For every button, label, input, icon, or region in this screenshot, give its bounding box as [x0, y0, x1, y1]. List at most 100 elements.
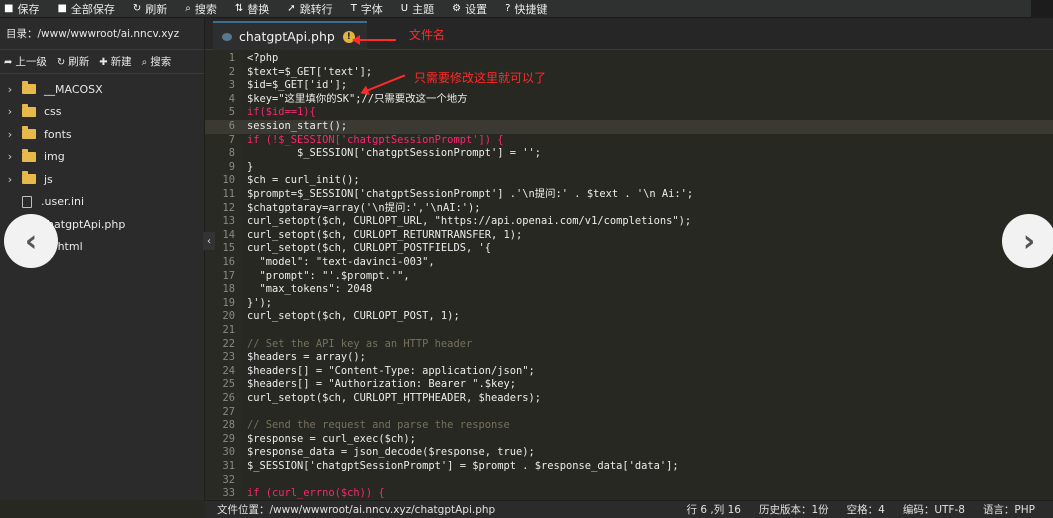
tab-chatgptapi[interactable]: chatgptApi.php !	[213, 21, 367, 50]
line-number: 4	[228, 92, 235, 105]
chevron-right-icon[interactable]: ›	[2, 105, 18, 118]
refresh-button[interactable]: ↻ 刷新	[133, 1, 167, 17]
file-path-status: 文件位置：/www/wwwroot/ai.nncv.xyz/chatgptApi…	[217, 504, 496, 516]
line-number: 33	[222, 487, 235, 500]
chevron-right-icon[interactable]: ›	[2, 173, 18, 186]
save-all-button[interactable]: ■ 全部保存	[57, 1, 114, 17]
code-line[interactable]: 12 $chatgptaray=array('\n提问:','\nAI:');	[205, 202, 1053, 216]
folder-icon	[22, 148, 36, 162]
code-line[interactable]: 27	[205, 406, 1053, 420]
line-number: 26	[222, 392, 235, 404]
sidebar-collapse-button[interactable]: ‹	[203, 232, 215, 250]
tree-folder-macosx[interactable]: › __MACOSX	[0, 78, 204, 101]
line-text: if (curl_errno($ch)) {	[247, 487, 385, 500]
line-number: 25	[222, 378, 235, 391]
code-line[interactable]: 24 $headers[] = "Content-Type: applicatio…	[205, 365, 1053, 379]
line-number: 29	[222, 432, 235, 445]
font-label: 字体	[360, 2, 383, 16]
code-line[interactable]: 5 if($id==1){	[205, 106, 1053, 120]
search-button[interactable]: ⌕ 搜索	[185, 1, 217, 17]
tree-item-label: .user.ini	[41, 195, 85, 209]
code-line[interactable]: 30 $response_data = json_decode($response…	[205, 446, 1053, 460]
code-line[interactable]: 17 "prompt": "'.$prompt.'",	[205, 270, 1053, 284]
code-line[interactable]: 20 curl_setopt($ch, CURLOPT_POST, 1);	[205, 310, 1053, 324]
prev-image-button[interactable]: ‹	[4, 214, 58, 268]
code-line[interactable]: 11 $prompt=$_SESSION['chatgptSessionPromp…	[205, 188, 1053, 202]
code-line[interactable]: 2 $text=$_GET['text'];	[205, 66, 1053, 80]
code-line[interactable]: 25 $headers[] = "Authorization: Bearer ".…	[205, 378, 1053, 392]
file-name-annotation: 文件名	[409, 28, 446, 42]
replace-button[interactable]: ⇅ 替换	[235, 1, 269, 17]
folder-icon	[22, 171, 36, 185]
code-line[interactable]: 23 $headers = array();	[205, 351, 1053, 365]
line-number: 24	[222, 364, 235, 377]
line-number: 12	[222, 201, 235, 214]
language-status[interactable]: 语言：PHP	[983, 502, 1035, 517]
code-line[interactable]: 26 curl_setopt($ch, CURLOPT_HTTPHEADER, $…	[205, 392, 1053, 406]
code-line[interactable]: 3 $id=$_GET['id'];	[205, 79, 1053, 93]
sidebar-search-button[interactable]: ⌕ 搜索	[142, 54, 172, 69]
encoding-status[interactable]: 编码：UTF-8	[903, 502, 965, 517]
save-icon: ■	[4, 3, 14, 14]
chevron-right-icon[interactable]: ›	[2, 150, 18, 163]
line-number: 5	[228, 106, 235, 119]
code-line[interactable]: 28 // Send the request and parse the resp…	[205, 419, 1053, 433]
code-line[interactable]: 15 curl_setopt($ch, CURLOPT_POSTFIELDS, '…	[205, 242, 1053, 256]
sidebar-refresh-button[interactable]: ↻ 刷新	[57, 54, 89, 69]
save-button[interactable]: ■ 保存	[4, 1, 39, 17]
tree-folder-js[interactable]: › js	[0, 168, 204, 191]
folder-icon	[22, 103, 36, 117]
new-button[interactable]: ✚ 新建	[99, 54, 131, 69]
goto-line-icon: ➚	[287, 3, 296, 14]
chevron-right-icon[interactable]: ›	[2, 128, 18, 141]
line-number: 9	[228, 160, 235, 173]
tree-file-user-ini[interactable]: .user.ini	[0, 191, 204, 214]
code-line[interactable]: 7 if (!$_SESSION['chatgptSessionPrompt'])…	[205, 134, 1053, 148]
settings-button[interactable]: ⚙ 设置	[452, 1, 487, 17]
code-editor[interactable]: 1 <?php 2 $text=$_GET['text']; 3 $id=$_GET['i…	[205, 50, 1053, 500]
code-line[interactable]: 18 "max_tokens": 2048	[205, 283, 1053, 297]
cursor-position-status[interactable]: 行 6 ,列 16	[687, 502, 741, 517]
up-level-button[interactable]: ➦ 上一级	[4, 54, 47, 69]
code-line[interactable]: 21	[205, 324, 1053, 338]
line-number: 31	[222, 460, 235, 472]
next-image-button[interactable]: ›	[1002, 214, 1053, 268]
code-line[interactable]: 16 "model": "text-davinci-003",	[205, 256, 1053, 270]
code-line[interactable]: 32	[205, 474, 1053, 488]
sidebar-refresh-label: 刷新	[68, 56, 90, 68]
goto-line-button[interactable]: ➚ 跳转行	[287, 1, 332, 17]
code-line[interactable]: 13 curl_setopt($ch, CURLOPT_URL, "https:/…	[205, 215, 1053, 229]
line-number: 16	[222, 256, 235, 268]
code-line[interactable]: 14 curl_setopt($ch, CURLOPT_RETURNTRANSFE…	[205, 229, 1053, 243]
tree-folder-img[interactable]: › img	[0, 146, 204, 169]
tree-item-label: css	[44, 105, 62, 119]
theme-button[interactable]: U 主题	[401, 1, 434, 17]
code-line[interactable]: 9}	[205, 161, 1053, 175]
line-number: 19	[222, 296, 235, 309]
line-text: $prompt=$_SESSION['chatgptSessionPrompt'…	[247, 188, 694, 200]
save-label: 保存	[17, 2, 40, 16]
shortcuts-button[interactable]: ? 快捷键	[505, 1, 547, 17]
code-line[interactable]: 1 <?php	[205, 52, 1053, 66]
tree-folder-css[interactable]: › css	[0, 101, 204, 124]
line-number: 11	[222, 188, 235, 200]
code-line[interactable]: 6 session_start();	[205, 120, 1053, 134]
tree-folder-fonts[interactable]: › fonts	[0, 123, 204, 146]
chevron-right-icon[interactable]: ›	[2, 83, 18, 96]
code-line[interactable]: 33 if (curl_errno($ch)) {	[205, 487, 1053, 500]
code-line[interactable]: 22 // Set the API key as an HTTP header	[205, 338, 1053, 352]
font-button[interactable]: T 字体	[351, 1, 383, 17]
code-line[interactable]: 8 $_SESSION['chatgptSessionPrompt'] = ''…	[205, 147, 1053, 161]
code-line[interactable]: 4 $key="这里填你的SK";//只需要改这一个地方	[205, 93, 1053, 107]
file-name-arrow	[352, 35, 396, 45]
code-line[interactable]: 19}');	[205, 297, 1053, 311]
code-line[interactable]: 10 $ch = curl_init();	[205, 174, 1053, 188]
editor-tabbar: chatgptApi.php !	[205, 18, 1053, 50]
code-line[interactable]: 31 $_SESSION['chatgptSessionPrompt'] = $p…	[205, 460, 1053, 474]
code-line[interactable]: 29 $response = curl_exec($ch);	[205, 433, 1053, 447]
indent-status[interactable]: 空格：4	[847, 502, 885, 517]
line-number: 18	[222, 283, 235, 296]
refresh-label: 刷新	[145, 2, 168, 16]
history-status[interactable]: 历史版本：1份	[759, 502, 829, 517]
file-icon	[22, 195, 32, 208]
